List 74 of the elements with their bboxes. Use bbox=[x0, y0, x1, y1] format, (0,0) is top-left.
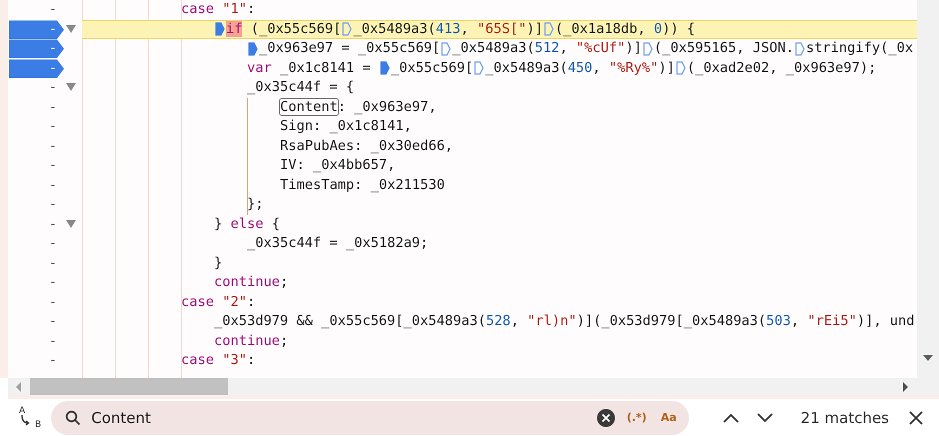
clear-icon[interactable] bbox=[596, 408, 615, 426]
inline-breakpoint-icon[interactable] bbox=[380, 61, 390, 76]
regex-toggle[interactable]: (.*) bbox=[624, 411, 649, 424]
code-text: case "1": bbox=[181, 1, 256, 18]
inline-breakpoint-icon[interactable] bbox=[544, 22, 554, 36]
inline-breakpoint-icon[interactable] bbox=[642, 42, 653, 56]
code-text: if (_0x55c569[ bbox=[226, 20, 342, 38]
curved-arrow-icon bbox=[21, 414, 31, 426]
code-text: _0x35c44f = _0x5182a9; bbox=[247, 235, 428, 252]
line-number: - bbox=[49, 60, 57, 78]
code-text: _0x963e97 = _0x55c569[ bbox=[259, 40, 440, 58]
inline-breakpoint-icon[interactable] bbox=[676, 61, 686, 76]
line-number: - bbox=[49, 98, 57, 116]
inline-breakpoint-icon[interactable] bbox=[441, 42, 452, 56]
code-text: _0x53d979 && _0x55c569[_0x5489a3(528, "rl)n")](_0x53d979[_0x5489a3(503, "rEi5")], und bbox=[214, 313, 915, 330]
code-text: case "3": bbox=[181, 352, 256, 370]
line-number: - bbox=[49, 40, 57, 58]
code-text: _0x5489a3(450, "%Ry%")] bbox=[485, 60, 675, 77]
code-text: _0x35c44f = { bbox=[247, 79, 354, 96]
search-field[interactable]: Content (.*) Aa bbox=[51, 400, 689, 434]
inline-breakpoint-icon[interactable] bbox=[474, 61, 484, 76]
line-number: - bbox=[49, 196, 57, 214]
line-number: - bbox=[49, 235, 57, 253]
code-text: _0x55c569[ bbox=[390, 60, 474, 77]
code-text: _0x5489a3(413, "65S[")] bbox=[353, 20, 543, 38]
code-text: } bbox=[214, 254, 222, 272]
line-number: - bbox=[49, 352, 57, 370]
breakpoint-marker[interactable] bbox=[9, 58, 64, 78]
code-text: continue; bbox=[214, 274, 288, 292]
fold-triangle-icon[interactable] bbox=[66, 24, 76, 32]
code-text: (_0xad2e02, _0x963e97); bbox=[686, 60, 876, 77]
line-number: - bbox=[49, 1, 57, 19]
inline-breakpoint-icon[interactable] bbox=[248, 42, 258, 56]
replace-toggle[interactable]: A B bbox=[18, 406, 42, 430]
inline-breakpoint-icon[interactable] bbox=[794, 42, 805, 56]
code-text: TimesTamp: _0x211530 bbox=[280, 176, 445, 194]
match-count: 21 matches bbox=[800, 408, 889, 426]
code-text: stringify(_0x bbox=[806, 40, 914, 58]
inline-breakpoint-icon[interactable] bbox=[215, 22, 225, 36]
code-text: } else { bbox=[214, 216, 280, 233]
match-case-toggle[interactable]: Aa bbox=[658, 411, 679, 424]
code-text: (_0x1a18db, 0)) { bbox=[554, 20, 696, 38]
code-text: _0x5489a3(512, "%cUf")] bbox=[452, 40, 642, 58]
line-number: - bbox=[49, 274, 57, 292]
breakpoint-marker[interactable] bbox=[9, 39, 64, 58]
inline-breakpoint-icon[interactable] bbox=[342, 22, 352, 36]
line-number: - bbox=[49, 332, 57, 350]
line-number: - bbox=[49, 313, 57, 331]
line-number: - bbox=[49, 20, 57, 38]
code-text: RsaPubAes: _0x30ed66, bbox=[280, 138, 454, 155]
line-number: - bbox=[49, 176, 57, 194]
line-number: - bbox=[49, 118, 57, 136]
line-number: - bbox=[49, 79, 57, 97]
fold-triangle-icon[interactable] bbox=[66, 83, 76, 91]
scroll-down-icon[interactable] bbox=[923, 355, 933, 361]
breakpoint-marker[interactable] bbox=[9, 20, 64, 39]
code-text: Sign: _0x1c8141, bbox=[280, 118, 412, 136]
search-icon bbox=[65, 410, 82, 426]
fold-triangle-icon[interactable] bbox=[66, 220, 76, 228]
code-text: Content: _0x963e97, bbox=[280, 98, 437, 116]
code-text: var _0x1c8141 = bbox=[247, 60, 372, 77]
scrollbar-thumb[interactable] bbox=[30, 378, 228, 395]
code-text: IV: _0x4bb657, bbox=[280, 157, 396, 174]
code-text: (_0x595165, JSON. bbox=[654, 40, 794, 58]
line-number: - bbox=[49, 216, 57, 234]
line-number: - bbox=[49, 294, 57, 312]
horizontal-scrollbar[interactable] bbox=[8, 378, 939, 399]
code-text: continue; bbox=[214, 332, 288, 350]
vertical-scrollbar[interactable] bbox=[917, 0, 939, 378]
code-text: }; bbox=[247, 196, 264, 214]
line-number: - bbox=[49, 157, 57, 175]
code-text: case "2": bbox=[181, 294, 256, 311]
line-number: - bbox=[49, 254, 57, 272]
line-number: - bbox=[49, 138, 57, 156]
